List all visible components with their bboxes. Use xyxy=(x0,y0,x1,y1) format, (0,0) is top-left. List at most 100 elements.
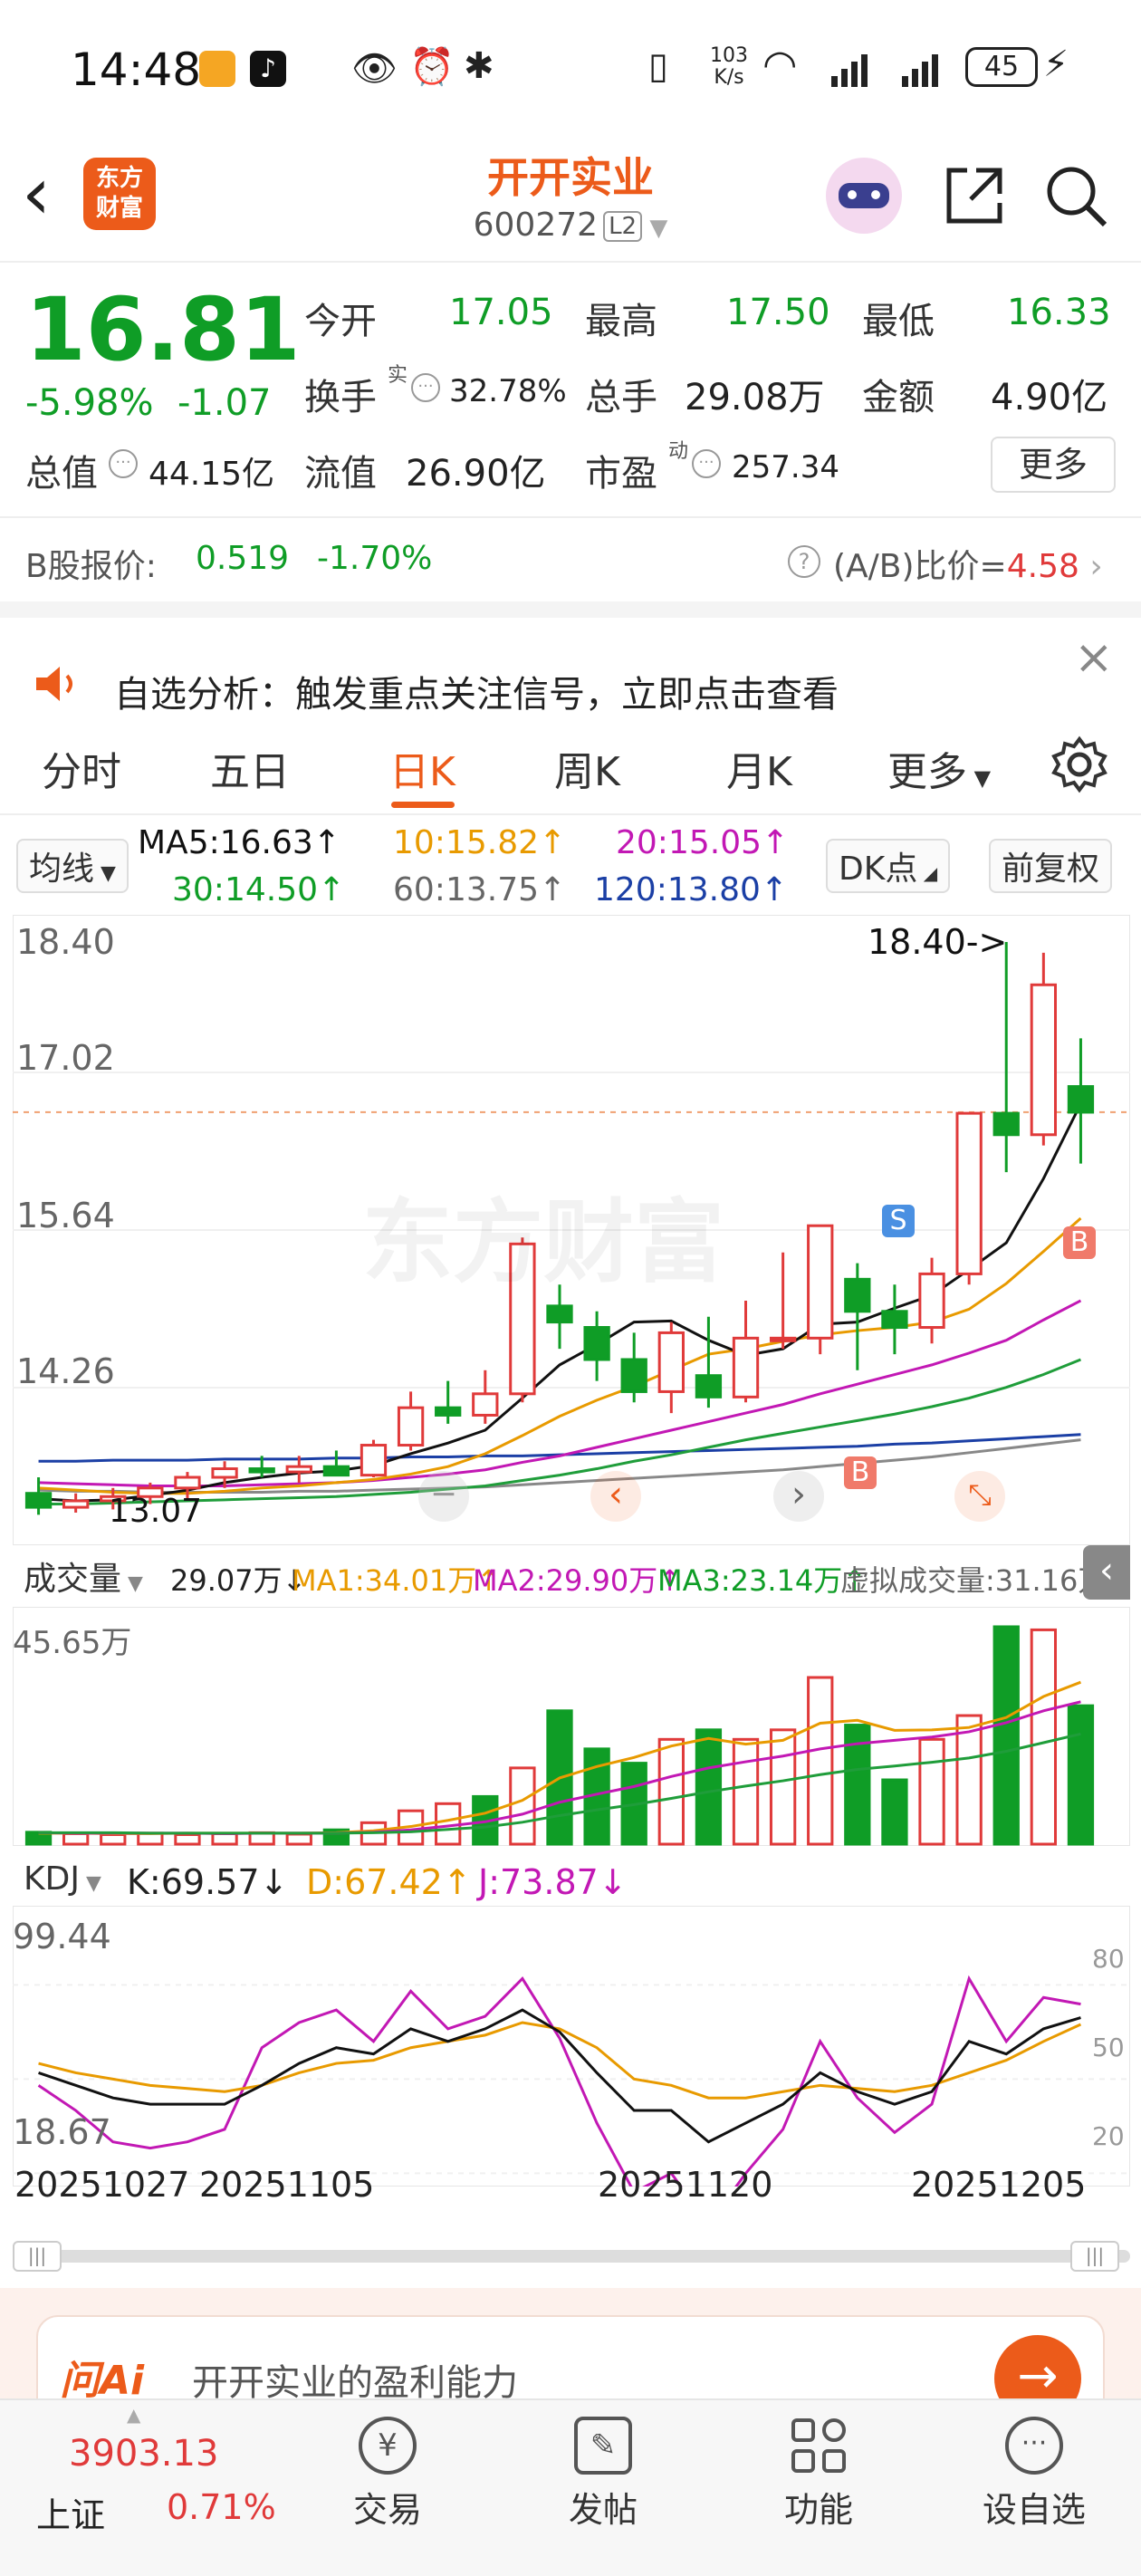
turnover-label: 换手 xyxy=(304,377,377,418)
tab-wuri[interactable]: 五日 xyxy=(210,739,290,797)
volume-chart[interactable] xyxy=(13,1607,1130,1846)
candle-body xyxy=(620,1358,647,1393)
nav-trade-label: 交易 xyxy=(352,2490,422,2530)
alarm-icon: ⏰ xyxy=(409,46,455,88)
watermark: 东方财富 xyxy=(362,1189,724,1295)
tab-more[interactable]: 更多 ▼ xyxy=(887,739,991,797)
index-value[interactable]: 3903.13 xyxy=(69,2433,218,2475)
range-handle-right[interactable]: ||| xyxy=(1070,2241,1119,2272)
turnover-info-icon[interactable]: ··· xyxy=(411,373,440,402)
range-scrollbar[interactable] xyxy=(13,2250,1130,2263)
nav-function-label: 功能 xyxy=(783,2490,853,2530)
bshare-label: B股报价: xyxy=(25,548,157,585)
dk-button[interactable]: DK点 ◢ xyxy=(826,839,951,893)
vibrate-icon: ▯ xyxy=(648,45,669,87)
pe-label: 市盈 xyxy=(585,453,657,495)
candle-body xyxy=(285,1465,312,1474)
mcap-value: 44.15亿 xyxy=(149,456,275,493)
ma20-label: 20:15.05↑ xyxy=(616,824,790,861)
candle-body xyxy=(472,1392,499,1417)
low-marker: 13.07 xyxy=(109,1493,203,1530)
volume-bar xyxy=(695,1728,723,1846)
volume-bar xyxy=(918,1737,945,1846)
candle-body xyxy=(248,1467,275,1474)
volume-selector[interactable]: 成交量 ▼ xyxy=(13,1551,154,1601)
candle-body xyxy=(322,1465,350,1477)
pe-sup: 动 xyxy=(668,440,689,463)
volume-max-label: 45.65万 xyxy=(13,1625,132,1661)
date-2: 20251105 xyxy=(199,2165,375,2205)
index-name[interactable]: 上证 xyxy=(36,2487,105,2537)
volume-bar xyxy=(174,1832,201,1846)
ma-selector[interactable]: 均线 ▼ xyxy=(16,839,129,893)
scroll-right-icon[interactable]: › xyxy=(773,1471,824,1522)
nav-function[interactable]: 功能 xyxy=(746,2409,891,2532)
vol-ma2: MA2:29.90万↑ xyxy=(473,1563,683,1598)
period-tabs: 分时 五日 日K 周K 月K 更多 ▼ xyxy=(0,716,1141,815)
fuquan-button[interactable]: 前复权 xyxy=(989,839,1113,893)
candle-body xyxy=(657,1331,685,1393)
candle-body xyxy=(955,1111,983,1275)
collapse-panel-icon[interactable]: ‹ xyxy=(1083,1545,1130,1600)
scroll-left-icon[interactable]: ‹ xyxy=(590,1471,641,1522)
nav-add-watchlist-label: 设自选 xyxy=(982,2490,1086,2530)
b-signal-badge[interactable]: B xyxy=(1063,1226,1096,1259)
kdj-chart[interactable] xyxy=(13,1906,1130,2187)
more-button[interactable]: 更多 xyxy=(991,437,1116,493)
nav-post-label: 发帖 xyxy=(568,2490,638,2530)
tab-fenshi[interactable]: 分时 xyxy=(42,739,121,797)
price-axis-3: 15.64 xyxy=(16,1196,115,1235)
candle-body xyxy=(732,1336,760,1399)
zoom-out-icon[interactable]: − xyxy=(418,1471,469,1522)
current-price: 16.81 xyxy=(25,279,301,380)
close-icon[interactable]: × xyxy=(1074,630,1114,685)
range-handle-left[interactable]: ||| xyxy=(13,2241,62,2272)
nav-post[interactable]: ✎ 发帖 xyxy=(531,2409,676,2532)
candle-body xyxy=(1030,983,1057,1137)
kdj-80-label: 80 xyxy=(1092,1944,1125,1974)
app-notification-icon xyxy=(199,51,235,87)
volume-bar xyxy=(881,1778,908,1846)
pe-info-icon[interactable]: ··· xyxy=(692,449,721,478)
change-pct: -5.98% xyxy=(25,382,154,424)
float-label: 流值 xyxy=(304,453,377,495)
mcap-label: 总值 xyxy=(25,453,98,495)
index-pct[interactable]: 0.71% xyxy=(167,2487,276,2527)
help-icon[interactable]: ? xyxy=(788,545,820,578)
fullscreen-icon[interactable]: ⤡ xyxy=(954,1471,1005,1522)
b-signal-badge-2[interactable]: B xyxy=(844,1456,877,1489)
kdj-selector[interactable]: KDJ ▼ xyxy=(13,1859,112,1899)
bshare-pct: -1.70% xyxy=(317,540,433,577)
settings-gear-icon[interactable] xyxy=(1050,735,1108,793)
nav-add-watchlist[interactable]: ··· 设自选 xyxy=(962,2409,1107,2532)
candle-body xyxy=(583,1326,610,1361)
nav-trade[interactable]: ¥ 交易 xyxy=(315,2409,460,2532)
section-gap xyxy=(0,601,1141,618)
s-signal-badge[interactable]: S xyxy=(882,1205,915,1237)
mcap-info-icon[interactable]: ··· xyxy=(109,449,138,478)
robot-assistant-icon[interactable] xyxy=(826,158,902,234)
candle-body xyxy=(24,1492,53,1509)
ab-ratio[interactable]: (A/B)比价=4.58 › xyxy=(833,540,1103,587)
notice-text[interactable]: 自选分析：触发重点关注信号，立即点击查看 xyxy=(114,665,839,717)
volume-bar xyxy=(1030,1628,1057,1846)
caret-down-icon: ▼ xyxy=(642,215,668,242)
more-circle-icon: ··· xyxy=(1005,2417,1063,2475)
stock-code: 600272 xyxy=(473,207,599,244)
vol-ma1: MA1:34.01万↑ xyxy=(292,1563,502,1598)
tab-rik[interactable]: 日K xyxy=(389,739,455,797)
tab-yuek[interactable]: 月K xyxy=(726,739,792,797)
speaker-icon xyxy=(33,663,82,705)
candle-body xyxy=(1067,1085,1095,1114)
bshare-price: 0.519 xyxy=(196,540,290,577)
candle-body xyxy=(807,1224,834,1340)
trade-icon: ¥ xyxy=(359,2417,417,2475)
net-speed: 103 K/s xyxy=(710,44,748,89)
tab-zhouk[interactable]: 周K xyxy=(554,739,620,797)
ai-logo: 问Ai xyxy=(60,2358,145,2404)
share-icon[interactable] xyxy=(940,161,1009,230)
ma30-label: 30:14.50↑ xyxy=(172,871,346,908)
search-icon[interactable] xyxy=(1041,161,1110,230)
candle-body xyxy=(695,1374,723,1399)
candle-body xyxy=(174,1475,201,1490)
